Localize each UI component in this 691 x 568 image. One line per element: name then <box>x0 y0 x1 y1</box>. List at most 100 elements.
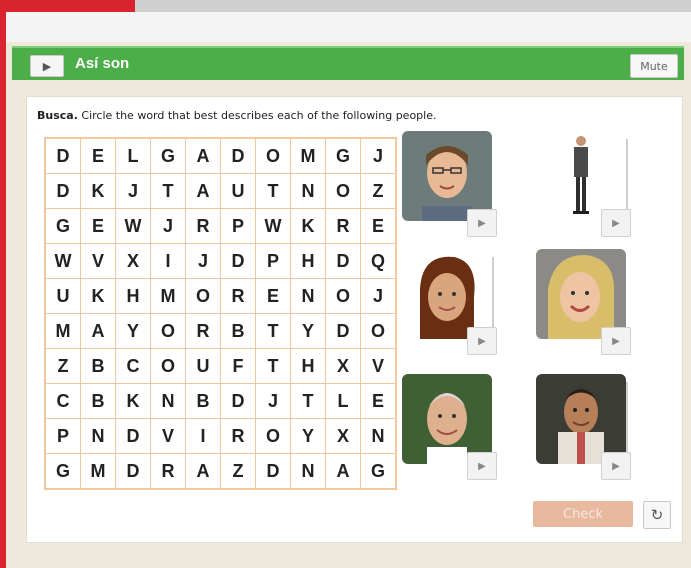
grid-letter[interactable]: A <box>81 314 115 348</box>
grid-letter[interactable]: G <box>46 454 80 488</box>
grid-letter[interactable]: N <box>81 419 115 453</box>
grid-letter[interactable]: I <box>186 419 220 453</box>
grid-letter[interactable]: K <box>291 209 325 243</box>
person-audio-play-button[interactable]: ▶ <box>601 209 631 237</box>
grid-letter[interactable]: N <box>291 279 325 313</box>
grid-letter[interactable]: O <box>256 139 290 173</box>
person-audio-play-button[interactable]: ▶ <box>601 452 631 480</box>
grid-letter[interactable]: O <box>151 314 185 348</box>
grid-letter[interactable]: L <box>116 139 150 173</box>
grid-letter[interactable]: N <box>291 454 325 488</box>
person-audio-play-button[interactable]: ▶ <box>601 327 631 355</box>
grid-letter[interactable]: J <box>186 244 220 278</box>
grid-letter[interactable]: D <box>221 139 255 173</box>
grid-letter[interactable]: R <box>151 454 185 488</box>
grid-letter[interactable]: Y <box>116 314 150 348</box>
grid-letter[interactable]: E <box>81 139 115 173</box>
grid-letter[interactable]: O <box>326 174 360 208</box>
grid-letter[interactable]: T <box>151 174 185 208</box>
grid-letter[interactable]: U <box>221 174 255 208</box>
grid-letter[interactable]: D <box>221 244 255 278</box>
grid-letter[interactable]: P <box>256 244 290 278</box>
grid-letter[interactable]: A <box>186 139 220 173</box>
grid-letter[interactable]: Z <box>361 174 395 208</box>
grid-letter[interactable]: D <box>116 419 150 453</box>
grid-letter[interactable]: Q <box>361 244 395 278</box>
grid-letter[interactable]: J <box>256 384 290 418</box>
grid-letter[interactable]: G <box>361 454 395 488</box>
grid-letter[interactable]: E <box>81 209 115 243</box>
grid-letter[interactable]: B <box>81 384 115 418</box>
grid-letter[interactable]: T <box>256 314 290 348</box>
grid-letter[interactable]: V <box>81 244 115 278</box>
grid-letter[interactable]: G <box>326 139 360 173</box>
check-button[interactable]: Check <box>533 501 633 527</box>
grid-letter[interactable]: G <box>46 209 80 243</box>
grid-letter[interactable]: O <box>186 279 220 313</box>
grid-letter[interactable]: A <box>186 174 220 208</box>
grid-letter[interactable]: H <box>291 349 325 383</box>
grid-letter[interactable]: W <box>116 209 150 243</box>
grid-letter[interactable]: K <box>81 279 115 313</box>
grid-letter[interactable]: Y <box>291 419 325 453</box>
grid-letter[interactable]: R <box>186 209 220 243</box>
grid-letter[interactable]: H <box>116 279 150 313</box>
grid-letter[interactable]: M <box>151 279 185 313</box>
grid-letter[interactable]: V <box>151 419 185 453</box>
grid-letter[interactable]: M <box>46 314 80 348</box>
grid-letter[interactable]: W <box>256 209 290 243</box>
reset-button[interactable]: ↻ <box>643 501 671 529</box>
grid-letter[interactable]: D <box>221 384 255 418</box>
grid-letter[interactable]: M <box>81 454 115 488</box>
grid-letter[interactable]: U <box>186 349 220 383</box>
grid-letter[interactable]: P <box>221 209 255 243</box>
grid-letter[interactable]: J <box>116 174 150 208</box>
grid-letter[interactable]: H <box>291 244 325 278</box>
grid-letter[interactable]: P <box>46 419 80 453</box>
grid-letter[interactable]: J <box>361 279 395 313</box>
grid-letter[interactable]: R <box>221 279 255 313</box>
grid-letter[interactable]: K <box>81 174 115 208</box>
grid-letter[interactable]: D <box>116 454 150 488</box>
grid-letter[interactable]: W <box>46 244 80 278</box>
grid-letter[interactable]: A <box>326 454 360 488</box>
grid-letter[interactable]: C <box>46 384 80 418</box>
grid-letter[interactable]: Z <box>221 454 255 488</box>
grid-letter[interactable]: O <box>326 279 360 313</box>
grid-letter[interactable]: V <box>361 349 395 383</box>
word-search-grid[interactable]: DELGADOMGJDKJTAUTNOZGEWJRPWKREWVXIJDPHDQ… <box>44 137 397 490</box>
grid-letter[interactable]: D <box>46 174 80 208</box>
grid-letter[interactable]: X <box>326 419 360 453</box>
grid-letter[interactable]: R <box>221 419 255 453</box>
mute-button[interactable]: Mute <box>630 54 678 78</box>
grid-letter[interactable]: M <box>291 139 325 173</box>
grid-letter[interactable]: E <box>361 384 395 418</box>
grid-letter[interactable]: G <box>151 139 185 173</box>
grid-letter[interactable]: K <box>116 384 150 418</box>
audio-play-button[interactable]: ▶ <box>30 55 64 77</box>
grid-letter[interactable]: O <box>151 349 185 383</box>
grid-letter[interactable]: X <box>116 244 150 278</box>
grid-letter[interactable]: O <box>361 314 395 348</box>
grid-letter[interactable]: D <box>46 139 80 173</box>
grid-letter[interactable]: E <box>361 209 395 243</box>
grid-letter[interactable]: C <box>116 349 150 383</box>
grid-letter[interactable]: R <box>326 209 360 243</box>
grid-letter[interactable]: Y <box>291 314 325 348</box>
grid-letter[interactable]: L <box>326 384 360 418</box>
grid-letter[interactable]: O <box>256 419 290 453</box>
grid-letter[interactable]: J <box>361 139 395 173</box>
grid-letter[interactable]: U <box>46 279 80 313</box>
person-audio-play-button[interactable]: ▶ <box>467 452 497 480</box>
grid-letter[interactable]: N <box>361 419 395 453</box>
person-audio-play-button[interactable]: ▶ <box>467 327 497 355</box>
grid-letter[interactable]: D <box>326 244 360 278</box>
grid-letter[interactable]: D <box>256 454 290 488</box>
person-audio-play-button[interactable]: ▶ <box>467 209 497 237</box>
grid-letter[interactable]: F <box>221 349 255 383</box>
grid-letter[interactable]: B <box>221 314 255 348</box>
grid-letter[interactable]: A <box>186 454 220 488</box>
grid-letter[interactable]: D <box>326 314 360 348</box>
grid-letter[interactable]: B <box>81 349 115 383</box>
grid-letter[interactable]: E <box>256 279 290 313</box>
